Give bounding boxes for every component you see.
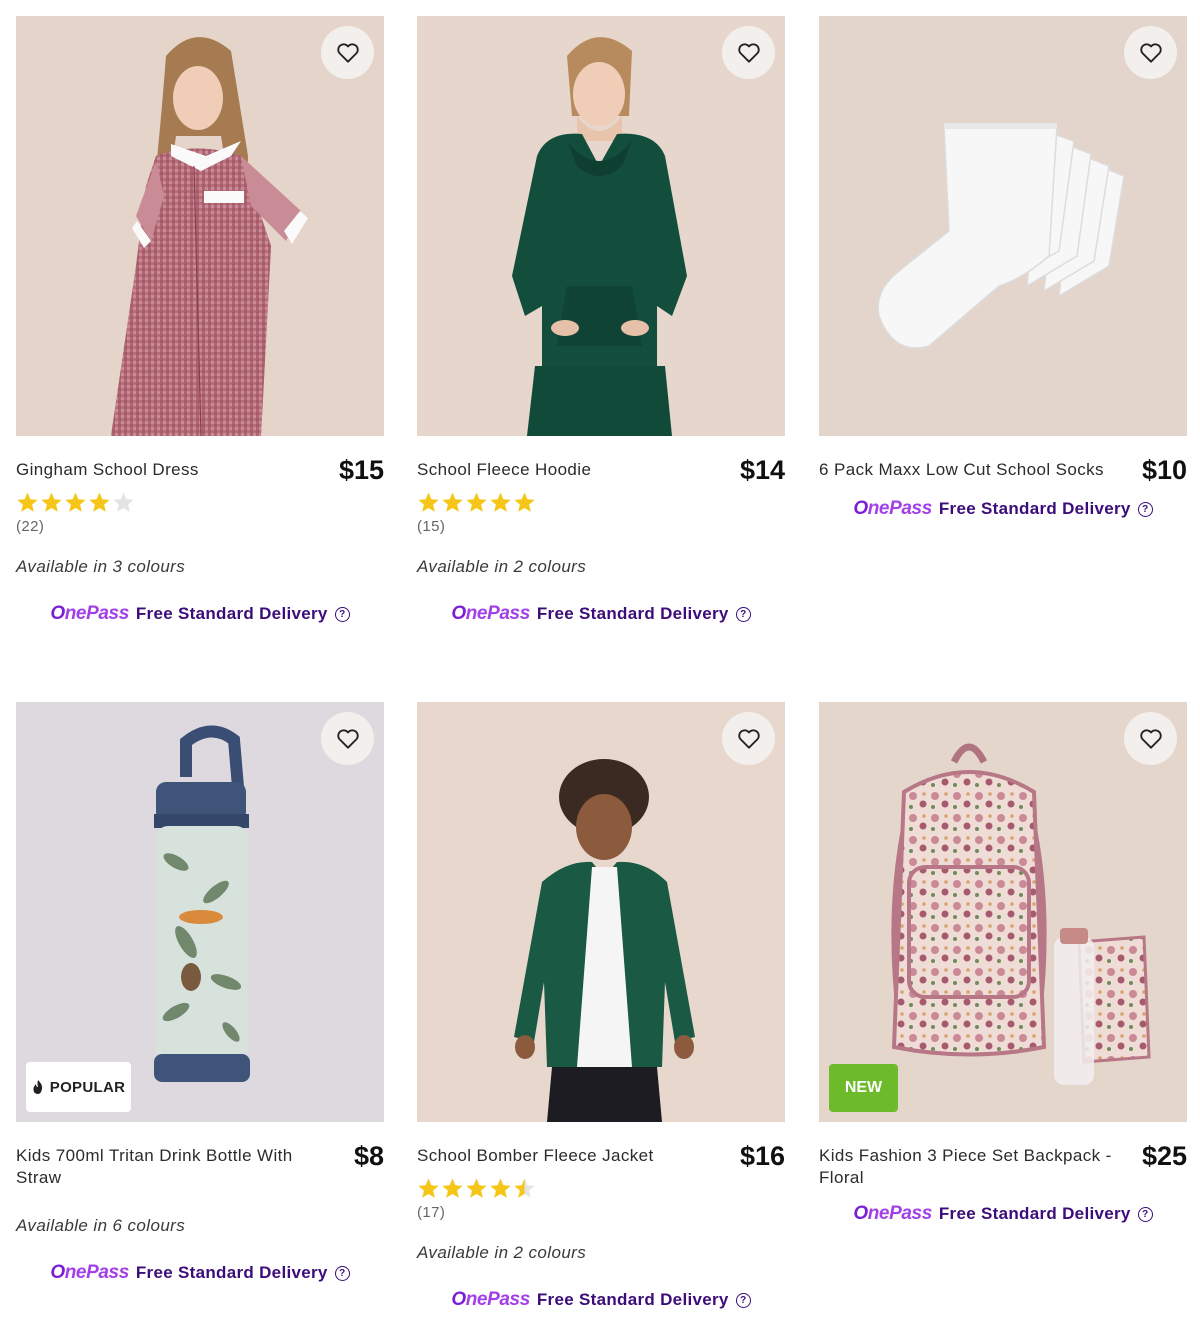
help-icon[interactable]: ? — [735, 606, 751, 622]
product-card[interactable]: 6 Pack Maxx Low Cut School Socks $10 One… — [819, 16, 1187, 520]
product-price: $16 — [739, 1141, 785, 1171]
colour-availability: Available in 6 colours — [16, 1216, 186, 1235]
new-badge: NEW — [829, 1064, 898, 1112]
onepass-delivery: OnePass Free Standard Delivery ? — [16, 1262, 384, 1284]
product-name[interactable]: School Fleece Hoodie — [417, 459, 717, 481]
product-image[interactable]: POPULAR — [16, 702, 384, 1122]
star-icon — [418, 492, 439, 512]
star-icon — [490, 1178, 511, 1198]
star-icon — [89, 492, 110, 512]
wishlist-heart-button[interactable] — [1124, 26, 1177, 79]
star-icon — [466, 1178, 487, 1198]
star-icon — [514, 492, 535, 512]
delivery-text: Free Standard Delivery — [938, 499, 1131, 518]
product-name[interactable]: 6 Pack Maxx Low Cut School Socks — [819, 459, 1119, 481]
flame-icon — [33, 1080, 42, 1094]
onepass-logo: OnePass — [451, 603, 530, 624]
delivery-text: Free Standard Delivery — [536, 1290, 729, 1309]
delivery-text: Free Standard Delivery — [135, 1263, 328, 1282]
star-icon — [41, 492, 62, 512]
product-card[interactable]: School Fleece Hoodie $14 (15) Available … — [417, 16, 785, 625]
wishlist-heart-button[interactable] — [321, 26, 374, 79]
help-icon[interactable]: ? — [735, 1292, 751, 1308]
star-icon — [442, 492, 463, 512]
colour-availability: Available in 2 colours — [417, 557, 587, 576]
help-icon[interactable]: ? — [1137, 501, 1153, 517]
help-icon[interactable]: ? — [1137, 1206, 1153, 1222]
product-photo — [417, 16, 785, 436]
product-price: $14 — [739, 455, 785, 485]
heart-icon — [336, 42, 359, 63]
popular-badge: POPULAR — [26, 1062, 131, 1112]
wishlist-heart-button[interactable] — [722, 26, 775, 79]
onepass-delivery: OnePass Free Standard Delivery ? — [819, 498, 1187, 520]
product-photo — [417, 702, 785, 1122]
heart-icon — [737, 42, 760, 63]
star-rating — [417, 491, 785, 515]
heart-icon — [336, 728, 359, 749]
product-card[interactable]: POPULAR Kids 700ml Tritan Drink Bottle W… — [16, 702, 384, 1284]
product-name[interactable]: School Bomber Fleece Jacket — [417, 1145, 717, 1167]
onepass-delivery: OnePass Free Standard Delivery ? — [417, 1289, 785, 1311]
wishlist-heart-button[interactable] — [722, 712, 775, 765]
onepass-logo: OnePass — [50, 603, 129, 624]
product-card[interactable]: School Bomber Fleece Jacket $16 (17) Ava… — [417, 702, 785, 1311]
heart-icon — [1139, 42, 1162, 63]
review-count[interactable]: (17) — [417, 1204, 785, 1221]
product-card[interactable]: NEW Kids Fashion 3 Piece Set Backpack - … — [819, 702, 1187, 1225]
help-icon[interactable]: ? — [334, 606, 350, 622]
heart-icon — [1139, 728, 1162, 749]
product-price: $15 — [338, 455, 384, 485]
product-image[interactable] — [16, 16, 384, 436]
star-icon — [490, 492, 511, 512]
help-icon[interactable]: ? — [334, 1265, 350, 1281]
wishlist-heart-button[interactable] — [321, 712, 374, 765]
star-icon — [442, 1178, 463, 1198]
onepass-delivery: OnePass Free Standard Delivery ? — [819, 1203, 1187, 1225]
onepass-logo: OnePass — [853, 498, 932, 519]
product-price: $10 — [1141, 455, 1187, 485]
star-icon — [17, 492, 38, 512]
product-name[interactable]: Kids Fashion 3 Piece Set Backpack - Flor… — [819, 1145, 1119, 1189]
star-icon — [418, 1178, 439, 1198]
onepass-logo: OnePass — [50, 1262, 129, 1283]
product-image[interactable] — [417, 702, 785, 1122]
product-photo — [16, 16, 384, 436]
delivery-text: Free Standard Delivery — [135, 604, 328, 623]
product-photo — [16, 702, 384, 1122]
product-image[interactable] — [819, 16, 1187, 436]
onepass-delivery: OnePass Free Standard Delivery ? — [417, 603, 785, 625]
wishlist-heart-button[interactable] — [1124, 712, 1177, 765]
product-card[interactable]: Gingham School Dress $15 (22) Available … — [16, 16, 384, 625]
star-icon — [65, 492, 86, 512]
review-count[interactable]: (15) — [417, 518, 785, 535]
colour-availability: Available in 3 colours — [16, 557, 186, 576]
star-icon — [514, 1178, 535, 1198]
product-price: $8 — [353, 1141, 384, 1171]
product-name[interactable]: Kids 700ml Tritan Drink Bottle With Stra… — [16, 1145, 316, 1189]
product-photo — [819, 16, 1187, 436]
star-icon — [466, 492, 487, 512]
star-rating — [417, 1177, 785, 1201]
product-image[interactable]: NEW — [819, 702, 1187, 1122]
delivery-text: Free Standard Delivery — [938, 1204, 1131, 1223]
colour-availability: Available in 2 colours — [417, 1243, 587, 1262]
product-price: $25 — [1141, 1141, 1187, 1171]
product-name[interactable]: Gingham School Dress — [16, 459, 316, 481]
onepass-logo: OnePass — [853, 1203, 932, 1224]
delivery-text: Free Standard Delivery — [536, 604, 729, 623]
product-image[interactable] — [417, 16, 785, 436]
onepass-logo: OnePass — [451, 1289, 530, 1310]
star-icon — [113, 492, 134, 512]
review-count[interactable]: (22) — [16, 518, 384, 535]
product-photo — [819, 702, 1187, 1122]
onepass-delivery: OnePass Free Standard Delivery ? — [16, 603, 384, 625]
heart-icon — [737, 728, 760, 749]
star-rating — [16, 491, 384, 515]
